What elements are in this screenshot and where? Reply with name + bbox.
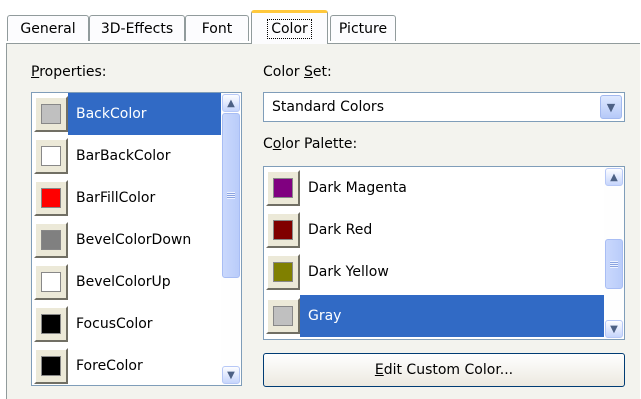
color-swatch bbox=[41, 188, 61, 208]
color-set-label-mnemonic: S bbox=[304, 64, 313, 80]
tab-general[interactable]: General bbox=[7, 15, 89, 41]
color-swatch bbox=[273, 262, 293, 282]
palette-item-dark-yellow[interactable]: Dark Yellow bbox=[264, 251, 604, 293]
tab-picture-label: Picture bbox=[338, 20, 388, 37]
property-item-barfillcolor[interactable]: BarFillColor bbox=[32, 177, 221, 219]
color-swatch-button[interactable] bbox=[266, 254, 300, 290]
property-item-label: BackColor bbox=[68, 93, 221, 135]
color-set-select[interactable]: Standard Colors ▼ bbox=[263, 92, 625, 122]
color-swatch bbox=[41, 272, 61, 292]
color-swatch bbox=[41, 356, 61, 376]
color-swatch-button[interactable] bbox=[34, 264, 68, 300]
color-swatch-button[interactable] bbox=[266, 212, 300, 248]
property-item-label: BevelColorDown bbox=[76, 232, 192, 248]
color-swatch bbox=[273, 306, 293, 326]
color-set-label-before: Color bbox=[263, 64, 305, 80]
color-swatch bbox=[41, 230, 61, 250]
color-swatch-button[interactable] bbox=[266, 170, 300, 206]
edit-button-mnemonic: E bbox=[374, 362, 384, 378]
color-swatch-button[interactable] bbox=[34, 348, 68, 384]
palette-item-label: Dark Magenta bbox=[308, 180, 407, 196]
properties-scrollbar[interactable]: ▲ ▼ bbox=[221, 93, 241, 385]
palette-item-dark-red[interactable]: Dark Red bbox=[264, 209, 604, 251]
tab-general-label: General bbox=[20, 20, 76, 37]
scroll-up-icon[interactable]: ▲ bbox=[222, 94, 240, 112]
color-swatch bbox=[273, 178, 293, 198]
property-item-label: BevelColorUp bbox=[76, 274, 171, 290]
properties-list[interactable]: BackColor BarBackColor BarFillColor Beve… bbox=[31, 92, 242, 386]
color-swatch-button[interactable] bbox=[34, 138, 68, 174]
palette-item-label: Gray bbox=[300, 295, 604, 337]
property-item-forecolor[interactable]: ForeColor bbox=[32, 345, 221, 385]
property-item-bevelcolordown[interactable]: BevelColorDown bbox=[32, 219, 221, 261]
color-swatch-button[interactable] bbox=[266, 298, 300, 334]
color-swatch-button[interactable] bbox=[34, 222, 68, 258]
palette-scroll-thumb[interactable] bbox=[605, 239, 623, 289]
tab-color-label: Color bbox=[267, 18, 312, 39]
color-palette-label-before: C bbox=[263, 136, 273, 152]
tab-picture[interactable]: Picture bbox=[330, 15, 396, 41]
color-swatch-button[interactable] bbox=[34, 180, 68, 216]
tab-3d-effects-label: 3D-Effects bbox=[100, 20, 174, 37]
chevron-down-icon[interactable]: ▼ bbox=[600, 95, 622, 119]
tab-3d-effects[interactable]: 3D-Effects bbox=[89, 15, 185, 41]
color-set-label-after: et: bbox=[312, 64, 332, 80]
color-swatch bbox=[41, 146, 61, 166]
property-item-label: BarFillColor bbox=[76, 190, 156, 206]
properties-label-mnemonic: P bbox=[31, 64, 40, 80]
color-swatch-button[interactable] bbox=[34, 96, 68, 132]
color-set-value: Standard Colors bbox=[272, 99, 384, 115]
color-set-label: Color Set: bbox=[263, 64, 332, 80]
edit-custom-color-button[interactable]: Edit Custom Color... bbox=[263, 353, 625, 387]
properties-label: Properties: bbox=[31, 64, 106, 80]
color-swatch-button[interactable] bbox=[34, 306, 68, 342]
property-item-label: BarBackColor bbox=[76, 148, 171, 164]
properties-scroll-thumb[interactable] bbox=[222, 113, 240, 278]
palette-scrollbar[interactable]: ▲ ▼ bbox=[604, 167, 624, 339]
property-item-barbackcolor[interactable]: BarBackColor bbox=[32, 135, 221, 177]
property-item-label: ForeColor bbox=[76, 358, 143, 374]
property-item-backcolor[interactable]: BackColor bbox=[32, 93, 221, 135]
property-item-bevelcolorup[interactable]: BevelColorUp bbox=[32, 261, 221, 303]
palette-item-label: Dark Red bbox=[308, 222, 373, 238]
tab-strip: General 3D-Effects Font Color Picture bbox=[0, 0, 641, 44]
property-item-label: FocusColor bbox=[76, 316, 153, 332]
color-palette-label-after: lor Palette: bbox=[281, 136, 358, 152]
color-swatch bbox=[41, 104, 61, 124]
scroll-up-icon[interactable]: ▲ bbox=[605, 168, 623, 186]
properties-label-rest: roperties: bbox=[39, 64, 107, 80]
scroll-down-icon[interactable]: ▼ bbox=[605, 320, 623, 338]
edit-button-label: dit Custom Color... bbox=[383, 362, 514, 378]
tab-color[interactable]: Color bbox=[251, 10, 328, 44]
scroll-down-icon[interactable]: ▼ bbox=[222, 366, 240, 384]
property-item-focuscolor[interactable]: FocusColor bbox=[32, 303, 221, 345]
grip-icon bbox=[610, 260, 618, 268]
grip-icon bbox=[227, 192, 235, 199]
tab-font[interactable]: Font bbox=[185, 15, 249, 41]
color-palette-list[interactable]: Dark Magenta Dark Red Dark Yellow Gray ▲… bbox=[263, 166, 625, 340]
palette-item-label: Dark Yellow bbox=[308, 264, 389, 280]
color-swatch bbox=[41, 314, 61, 334]
color-palette-label: Color Palette: bbox=[263, 136, 357, 152]
tab-font-label: Font bbox=[201, 20, 233, 37]
palette-item-gray[interactable]: Gray bbox=[264, 295, 604, 337]
palette-item-dark-magenta[interactable]: Dark Magenta bbox=[264, 167, 604, 209]
color-swatch bbox=[273, 220, 293, 240]
